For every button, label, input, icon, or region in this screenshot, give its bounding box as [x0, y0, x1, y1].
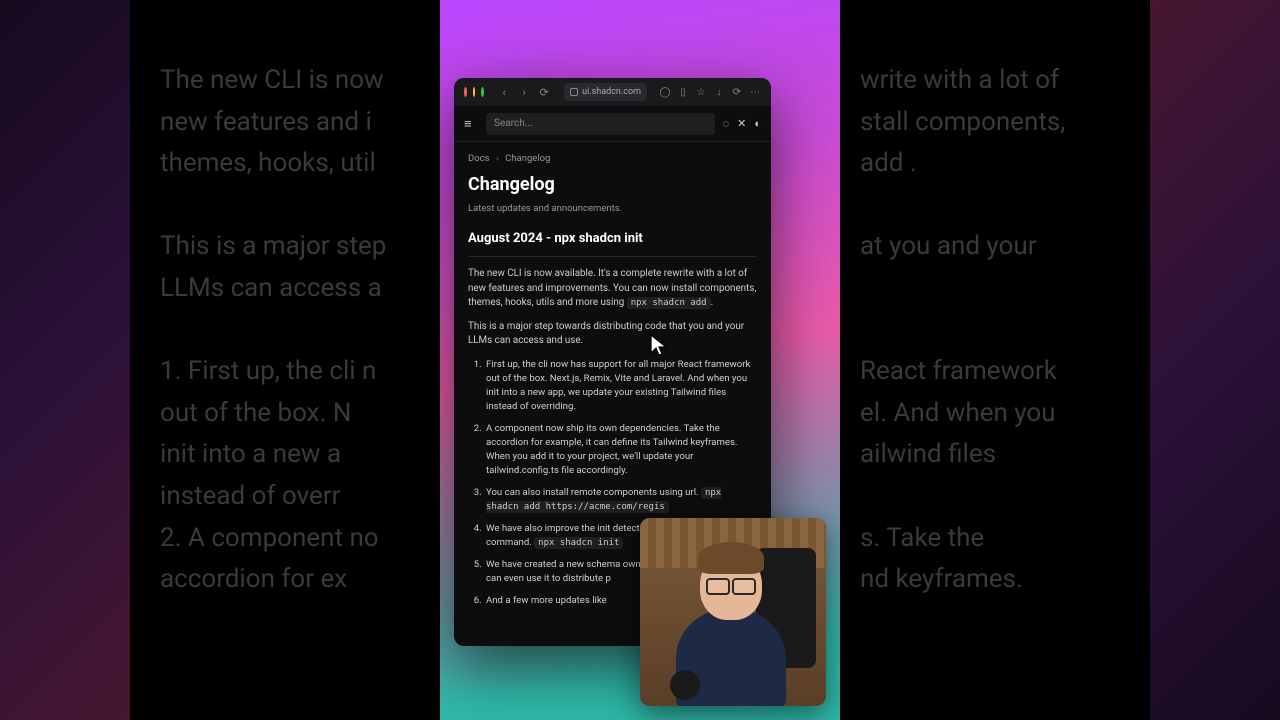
list-item: First up, the cli now has support for al…	[484, 358, 757, 414]
theme-toggle-icon[interactable]: ◐	[754, 117, 761, 130]
nav-reload-button[interactable]: ⟳	[536, 84, 552, 100]
nav-back-button[interactable]: ‹	[496, 84, 512, 100]
list-item: You can also install remote components u…	[484, 486, 757, 514]
background-dim-text-left: The new CLI is nownew features and ithem…	[140, 60, 440, 601]
github-icon[interactable]: ◌	[723, 117, 730, 130]
traffic-light-minimize[interactable]	[473, 87, 476, 97]
address-bar[interactable]: ui.shadcn.com	[564, 83, 647, 101]
inline-code: npx shadcn init	[534, 537, 623, 549]
search-input[interactable]: Search...	[486, 113, 715, 135]
intro-paragraph-2: This is a major step towards distributin…	[468, 320, 757, 348]
webcam-overlay	[640, 518, 826, 706]
page-title: Changelog	[468, 172, 757, 198]
intro-paragraph-1: The new CLI is now available. It's a com…	[468, 267, 757, 310]
shield-icon[interactable]: ◯	[659, 86, 671, 98]
inline-code: npx shadcn add	[627, 297, 711, 309]
breadcrumb-root[interactable]: Docs	[468, 153, 490, 164]
download-icon[interactable]: ↓	[713, 86, 725, 98]
browser-titlebar: ‹ › ⟳ ui.shadcn.com ◯ ▯ ☆ ↓ ⟳ ⋯	[454, 78, 771, 106]
section-heading: August 2024 - npx shadcn init	[468, 230, 757, 258]
list-item: A component now ship its own dependencie…	[484, 422, 757, 478]
lock-icon	[570, 88, 578, 96]
nav-forward-button[interactable]: ›	[516, 84, 532, 100]
traffic-light-zoom[interactable]	[481, 87, 484, 97]
refresh-icon[interactable]: ⟳	[731, 86, 743, 98]
reader-icon[interactable]: ▯	[677, 86, 689, 98]
breadcrumb-current: Changelog	[505, 153, 550, 164]
bookmark-icon[interactable]: ☆	[695, 86, 707, 98]
page-subtitle: Latest updates and announcements.	[468, 202, 757, 216]
traffic-light-close[interactable]	[464, 87, 467, 97]
site-header: ≡ Search... ◌ ✕ ◐	[454, 106, 771, 142]
breadcrumb: Docs › Changelog	[468, 152, 757, 166]
menu-icon[interactable]: ≡	[464, 116, 478, 132]
address-url: ui.shadcn.com	[582, 87, 641, 97]
menu-dots-icon[interactable]: ⋯	[749, 86, 761, 98]
x-icon[interactable]: ✕	[737, 117, 746, 130]
background-dim-text-right: write with a lot ofstall components,add …	[840, 60, 1140, 601]
